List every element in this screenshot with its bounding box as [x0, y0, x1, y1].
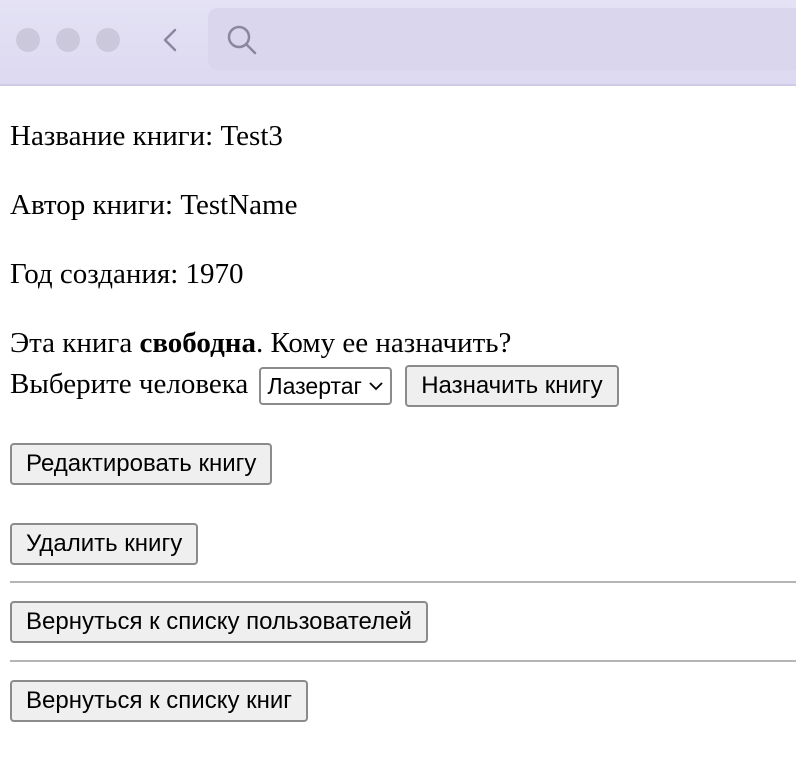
book-title-value: Test3	[220, 120, 283, 152]
status-free: свободна	[139, 327, 256, 359]
delete-book-button[interactable]: Удалить книгу	[10, 523, 199, 565]
availability-text: Эта книга свободна. Кому ее назначить?	[10, 326, 511, 360]
browser-toolbar	[0, 0, 796, 86]
address-bar[interactable]	[208, 8, 796, 70]
book-author-label: Автор книги:	[10, 189, 181, 221]
assign-row: Выберите человека Лазертаг Назначить кни…	[10, 363, 619, 408]
book-year-label: Год создания:	[10, 258, 186, 290]
choose-person-label: Выберите человека	[10, 368, 249, 400]
divider	[10, 581, 796, 583]
back-to-books-button[interactable]: Вернуться к списку книг	[10, 680, 309, 722]
edit-book-button[interactable]: Редактировать книгу	[10, 443, 273, 485]
back-arrow-icon[interactable]	[158, 26, 182, 54]
status-prefix: Эта книга	[10, 327, 140, 359]
book-author-value: TestName	[180, 189, 298, 221]
book-title-label: Название книги:	[10, 120, 221, 152]
person-select[interactable]: Лазертаг	[259, 367, 392, 406]
window-maximize-dot[interactable]	[96, 28, 120, 52]
book-author-row: Автор книги: TestName	[10, 188, 297, 222]
person-select-value: Лазертаг	[267, 373, 362, 400]
assign-book-button[interactable]: Назначить книгу	[405, 365, 619, 408]
divider	[10, 660, 796, 662]
window-close-dot[interactable]	[16, 28, 40, 52]
book-year-value: 1970	[185, 258, 244, 290]
window-minimize-dot[interactable]	[56, 28, 80, 52]
back-to-users-button[interactable]: Вернуться к списку пользователей	[10, 601, 428, 643]
book-year-row: Год создания: 1970	[10, 257, 244, 291]
status-suffix: . Кому ее назначить?	[255, 327, 512, 359]
book-title-row: Название книги: Test3	[10, 119, 283, 153]
search-icon	[226, 24, 258, 56]
chevron-down-icon	[368, 381, 384, 391]
